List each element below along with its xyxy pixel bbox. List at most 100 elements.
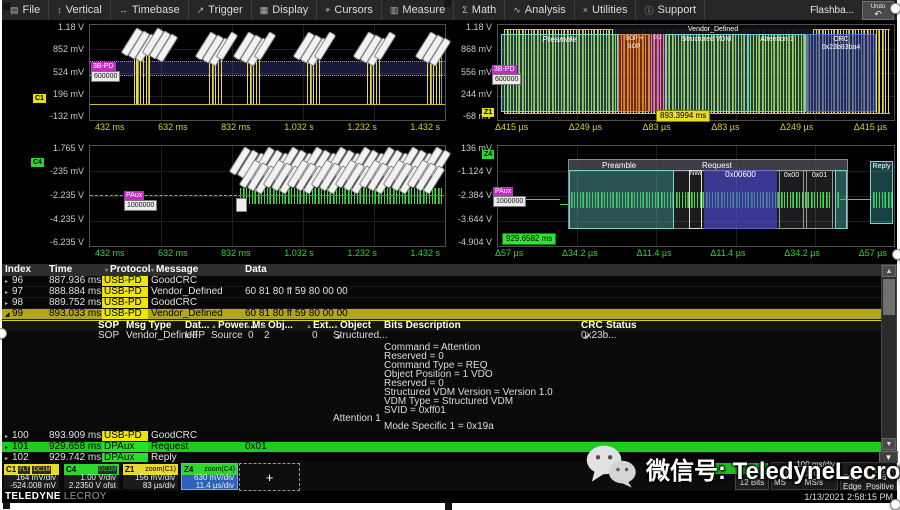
descriptor-z4[interactable]: Z4zoom(C4) 630 mV/div11.4 µs/div <box>181 463 238 490</box>
c1-decoder-tag[interactable]: 3B-PD <box>91 62 116 71</box>
protocol-badge: USB-PD <box>102 309 148 319</box>
detail-object2: Attention 1 <box>333 414 381 423</box>
c4-trace-marker[interactable]: C4 <box>31 158 44 167</box>
menu-item-display[interactable]: ▦Display <box>252 0 318 20</box>
descriptor-c1[interactable]: C1FLTDC1M 164 mV/div-524.008 mV <box>3 463 60 490</box>
selection-handle[interactable] <box>3 3 10 10</box>
z1-seg-header: 0 2 <box>650 34 665 112</box>
selection-handle[interactable] <box>444 0 451 7</box>
z1-seg-sop: SOP + SOP <box>618 34 650 112</box>
display-icon: ▦ <box>260 5 269 16</box>
menu-item-analysis[interactable]: ∿Analysis <box>505 0 575 20</box>
table-row-selected-green[interactable]: 101 929.658 ms DPAux Request 0x01 <box>2 442 881 453</box>
menu-item-support[interactable]: ⓘSupport <box>636 0 705 20</box>
z4-plot[interactable]: Preamble Request NWri 0x00600 0x00 0x01 … <box>497 145 895 247</box>
selection-handle[interactable] <box>3 502 10 509</box>
z4-decoder-tag[interactable]: PAux <box>493 187 513 196</box>
utilities-icon: × <box>583 5 588 15</box>
expander-icon <box>5 454 12 462</box>
selection-handle[interactable] <box>890 3 900 14</box>
z4-y-axis: 136 mV -1.124 V -2.384 V -3.644 V -4.904… <box>450 145 494 245</box>
z1-seg-crc: CRC 0x23b83ba4 <box>806 34 876 112</box>
selection-handle[interactable] <box>445 503 452 510</box>
table-row[interactable]: 102 929.742 ms DPAux Reply <box>2 453 881 462</box>
grid-c1: 1.18 V 852 mV 524 mV 196 mV -132 mV C1 <box>2 22 448 136</box>
timestamp: 1/13/2021 2:58:15 PM <box>804 492 893 502</box>
table-scrollbar[interactable]: ▲ ▼ <box>881 264 897 451</box>
c1-plot[interactable]: 3B-PD 600000 <box>89 24 446 121</box>
z4-seg-preamble-label: Preamble <box>602 161 636 170</box>
scrollbar-thumb[interactable] <box>883 279 895 315</box>
table-row[interactable]: 96 887.936 ms USB-PD GoodCRC <box>2 276 881 287</box>
oscilloscope-app: ▤File ↕Vertical ↔Timebase ↗Trigger ▦Disp… <box>2 0 897 503</box>
scroll-down-button[interactable]: ▼ <box>882 438 896 450</box>
expander-icon <box>5 299 12 308</box>
c1-trace-marker[interactable]: C1 <box>33 94 46 103</box>
z4-trace-marker[interactable]: Z4 <box>482 150 494 159</box>
z1-trace-marker[interactable]: Z1 <box>482 108 494 117</box>
menu-item-timebase[interactable]: ↔Timebase <box>111 0 189 20</box>
protocol-badge: USB-PD <box>102 298 148 308</box>
z1-frame-label: Vendor_Defined <box>613 25 813 34</box>
table-row[interactable]: 100 893.909 ms USB-PD GoodCRC <box>2 431 881 442</box>
descriptor-z1[interactable]: Z1zoom(C1) 156 mV/div83 µs/div <box>122 463 179 490</box>
menu-item-math[interactable]: ΣMath <box>454 0 505 20</box>
z4-decoder-bitrate: 1000000 <box>493 196 526 207</box>
trigger-icon: ↗ <box>197 5 205 16</box>
waveform-area: 1.18 V 852 mV 524 mV 196 mV -132 mV C1 <box>2 20 897 264</box>
z1-seg-svdm: Structured VDM <box>665 34 748 112</box>
z4-packet-frame: Preamble Request NWri 0x00600 0x00 0x01 <box>568 159 848 229</box>
z4-x-axis: Δ57 µsΔ34.2 µsΔ11.4 µsΔ11.4 µsΔ34.2 µsΔ5… <box>489 248 893 258</box>
add-trace-button[interactable]: + <box>239 463 300 491</box>
trigger-summary[interactable]: C2DC Stop2.86 V EdgePositive <box>840 462 897 490</box>
table-row[interactable]: 97 888.884 ms USB-PD Vendor_Defined 60 8… <box>2 287 881 298</box>
menu-item-trigger[interactable]: ↗Trigger <box>189 0 252 20</box>
c4-decode-box <box>236 198 247 212</box>
z4-seg-preamble <box>569 170 674 229</box>
z4-seg-nwri: NWri <box>689 170 702 229</box>
undo-button[interactable]: Undo ↶ <box>862 1 894 20</box>
vertical-icon: ↕ <box>57 5 62 15</box>
z1-time-cursor-label: 893.3994 ms <box>656 110 710 122</box>
row-detail-panel: SOP Msg Type Dat... Power... Ms Obj... E… <box>2 320 881 431</box>
adc-bits-indicator[interactable]: 12 Bits <box>735 474 769 490</box>
c4-decoder-tag[interactable]: PAux <box>124 191 144 200</box>
menu-item-vertical[interactable]: ↕Vertical <box>49 0 111 20</box>
z1-seg-preamble: Preamble <box>501 34 618 112</box>
timebase-summary[interactable]: 100 ms/div 100 MS100 MS/s <box>771 462 838 490</box>
support-icon: ⓘ <box>644 4 653 17</box>
descriptor-partial[interactable] <box>702 463 768 474</box>
selection-handle[interactable] <box>890 499 900 510</box>
c4-plot[interactable]: PAux 1000000 <box>89 145 446 247</box>
expander-icon <box>5 432 12 441</box>
grid-z4: 136 mV -1.124 V -2.384 V -3.644 V -4.904… <box>449 138 897 264</box>
c1-x-axis: 432 ms632 ms832 ms1.032 s1.232 s1.432 s <box>89 122 446 132</box>
teledyne-lecroy-logo: TELEDYNE LECROY <box>5 491 107 502</box>
protocol-badge: USB-PD <box>102 431 148 441</box>
protocol-badge: DPAux <box>102 453 148 462</box>
protocol-badge: DPAux <box>102 442 148 452</box>
menu-item-utilities[interactable]: ×Utilities <box>575 0 637 20</box>
cursors-icon: ⌖ <box>325 5 330 16</box>
flashback-label: Flashba... <box>810 5 854 16</box>
descriptor-c4[interactable]: C4DC1M 1.00 V/div2.2350 V ofst <box>63 463 120 490</box>
selection-handle[interactable] <box>892 249 900 260</box>
z1-plot[interactable]: Vendor_Defined Preamble SOP + SOP 0 2 St… <box>497 24 895 121</box>
c4-x-axis: 432 ms632 ms832 ms1.032 s1.232 s1.432 s <box>89 248 446 258</box>
table-row-selected[interactable]: 99 893.033 ms USB-PD Vendor_Defined 60 8… <box>2 309 881 320</box>
table-row[interactable]: 98 889.752 ms USB-PD GoodCRC <box>2 298 881 309</box>
z1-y-axis: 1.18 V 868 mV 556 mV 244 mV -68 mV <box>450 24 494 119</box>
scroll-up-button[interactable]: ▲ <box>882 265 896 277</box>
z4-seg-data1: 0x01 <box>806 170 833 229</box>
z1-decoder-tag[interactable]: 3B-PD <box>492 65 517 74</box>
z1-decoder-bitrate: 600000 <box>492 74 521 85</box>
timebase-icon: ↔ <box>119 5 128 15</box>
menu-item-cursors[interactable]: ⌖Cursors <box>317 0 382 20</box>
filter-icon[interactable] <box>151 268 154 274</box>
filter-icon[interactable] <box>105 268 108 274</box>
c1-decoder-bitrate: 600000 <box>91 71 120 82</box>
c1-baseline <box>90 104 445 105</box>
expander-icon <box>5 443 12 452</box>
z1-x-axis: Δ415 µsΔ249 µsΔ83 µsΔ83 µsΔ249 µsΔ415 µs <box>489 122 893 132</box>
c4-baseline <box>90 195 242 196</box>
